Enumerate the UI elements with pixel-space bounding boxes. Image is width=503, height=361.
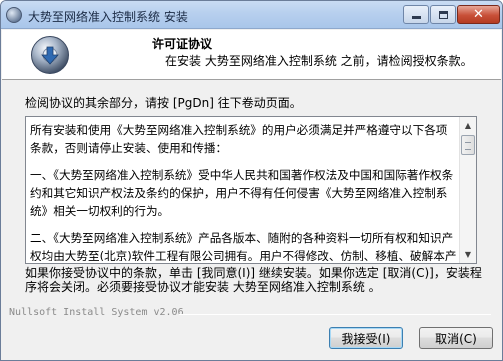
- window-title: 大势至网络准入控制系统 安装: [28, 10, 188, 24]
- installer-disc-icon: [6, 7, 22, 23]
- license-paragraph: 所有安装和使用《大势至网络准入控制系统》的用户必须满足并严格遵守以下各项条款，否…: [30, 123, 448, 155]
- license-textbox[interactable]: 所有安装和使用《大势至网络准入控制系统》的用户必须满足并严格遵守以下各项条款，否…: [25, 116, 477, 264]
- installer-disc-icon: [31, 36, 69, 74]
- cancel-button[interactable]: 取消(C): [419, 327, 493, 349]
- scroll-down-icon[interactable]: ▼: [460, 246, 476, 263]
- title-bar[interactable]: 大势至网络准入控制系统 安装 ✕: [1, 1, 502, 29]
- scroll-up-icon[interactable]: ▲: [460, 117, 476, 134]
- footer-divider: [179, 314, 491, 315]
- accept-button[interactable]: 我接受(I): [329, 327, 403, 349]
- page-subtitle: 在安装 大势至网络准入控制系统 之前，请检阅授权条款。: [165, 54, 473, 68]
- license-text: 所有安装和使用《大势至网络准入控制系统》的用户必须满足并严格遵守以下各项条款，否…: [30, 121, 458, 261]
- accept-notice: 如果你接受协议中的条款，单击 [我同意(I)] 继续安装。如果你选定 [取消(C…: [25, 266, 482, 294]
- license-paragraph: 一、《大势至网络准入控制系统》受中华人民共和国著作权法及中国和国际著作权条约和其…: [30, 168, 454, 218]
- maximize-icon: [438, 10, 448, 19]
- scroll-instruction: 检阅协议的其余部分，请按 [PgDn] 往下卷动页面。: [25, 96, 302, 110]
- minimize-button[interactable]: [403, 5, 429, 24]
- header-panel: 许可证协议 在安装 大势至网络准入控制系统 之前，请检阅授权条款。: [2, 30, 501, 80]
- close-icon: ✕: [473, 7, 484, 22]
- installer-window: 大势至网络准入控制系统 安装 ✕ 许可证协议 在安装 大势至网络准入控制系统 之…: [0, 0, 503, 361]
- minimize-icon: [411, 16, 421, 19]
- maximize-button[interactable]: [430, 5, 456, 24]
- vertical-scrollbar[interactable]: ▲ ▼: [459, 117, 476, 263]
- page-title: 许可证协议: [152, 37, 213, 51]
- license-paragraph: 二、《大势至网络准入控制系统》产品各版本、随附的各种资料一切所有权和知识产权均由…: [30, 231, 457, 261]
- nsis-branding: Nullsoft Install System v2.06: [9, 307, 184, 318]
- scrollbar-thumb[interactable]: [461, 135, 475, 155]
- close-button[interactable]: ✕: [457, 5, 500, 24]
